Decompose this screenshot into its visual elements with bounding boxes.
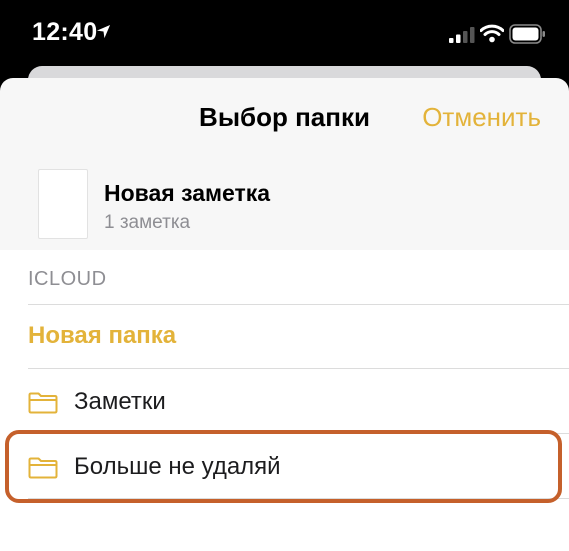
location-arrow-icon — [96, 24, 111, 39]
note-thumbnail — [38, 169, 88, 239]
folder-list: ICLOUD Новая папка Заметки Больше не уда… — [0, 250, 569, 551]
new-folder-button[interactable]: Новая папка — [28, 322, 176, 350]
highlight-outline — [5, 430, 562, 503]
cancel-button[interactable]: Отменить — [422, 102, 541, 133]
status-bar: 12:40 — [0, 0, 569, 64]
divider — [28, 304, 569, 305]
folder-row-notes[interactable]: Заметки — [0, 370, 569, 434]
battery-icon — [509, 24, 545, 44]
notes-move-screen: 12:40 Выбор папки Отменить Новая заметка… — [0, 0, 569, 551]
status-time: 12:40 — [32, 18, 98, 46]
note-count: 1 заметка — [104, 212, 191, 233]
section-header-icloud: ICLOUD — [28, 268, 107, 290]
note-title: Новая заметка — [104, 180, 271, 206]
divider — [28, 368, 569, 369]
cellular-signal-icon — [449, 27, 475, 43]
folder-icon — [28, 392, 58, 414]
wifi-icon — [480, 24, 504, 43]
folder-label: Заметки — [74, 388, 166, 415]
